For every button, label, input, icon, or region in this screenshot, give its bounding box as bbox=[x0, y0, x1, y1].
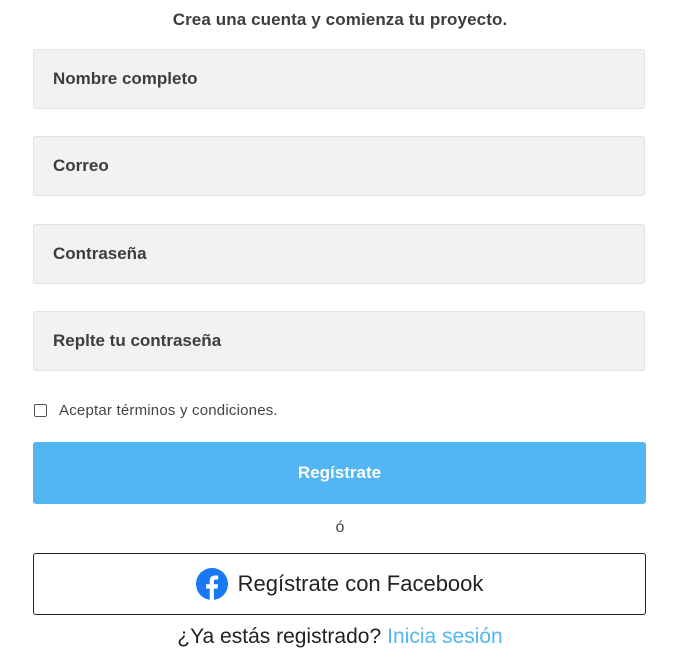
login-row: ¿Ya estás registrado? Inicia sesión bbox=[0, 625, 680, 649]
terms-row: Aceptar términos y condiciones. bbox=[33, 399, 278, 421]
or-separator: ó bbox=[335, 519, 345, 536]
register-button-label: Regístrate bbox=[297, 463, 382, 482]
email-input[interactable] bbox=[33, 136, 645, 196]
terms-checkbox[interactable] bbox=[34, 403, 47, 417]
login-prompt: ¿Ya estás registrado? bbox=[177, 625, 382, 648]
form-heading: Crea una cuenta y comienza tu proyecto. bbox=[172, 10, 508, 29]
full-name-input[interactable] bbox=[33, 49, 645, 109]
login-link[interactable]: Inicia sesión bbox=[387, 625, 503, 648]
facebook-icon bbox=[195, 568, 228, 600]
facebook-button-label: Regístrate con Facebook bbox=[237, 571, 484, 596]
facebook-register-button[interactable]: Regístrate con Facebook bbox=[33, 553, 646, 615]
repeat-password-input[interactable] bbox=[33, 311, 645, 371]
terms-label[interactable]: Aceptar términos y condiciones. bbox=[59, 402, 278, 419]
password-input[interactable] bbox=[33, 224, 645, 284]
register-button[interactable]: Regístrate bbox=[33, 442, 646, 504]
